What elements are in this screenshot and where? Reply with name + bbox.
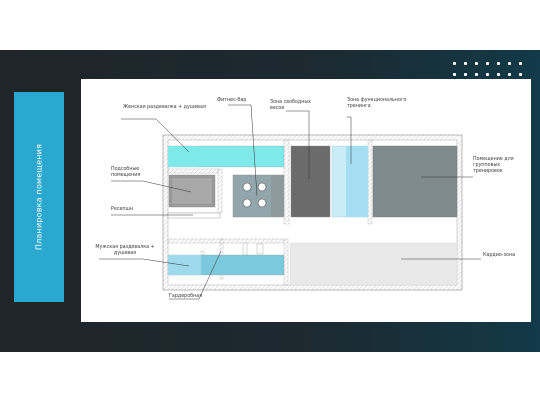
- room-men-shower: [168, 255, 201, 275]
- label-wardrobe: Гардеробная: [169, 294, 203, 299]
- room-fitness-bar-side: [271, 175, 284, 217]
- slide-top-margin: [0, 0, 540, 50]
- label-women-locker: Женская раздевалка + душевая: [123, 105, 206, 110]
- room-functional-accent: [346, 146, 368, 217]
- room-cardio: [289, 242, 458, 286]
- label-cardio: Кардио-зона: [483, 253, 516, 258]
- slide-bottom-margin: [0, 352, 540, 405]
- floor-plan-panel: Женская раздевалка + душевая Фитнес-бар …: [81, 79, 531, 322]
- label-men-locker: Мужская раздевалка + душевая: [95, 245, 155, 256]
- label-free-weights: Зона свободных весов: [270, 100, 311, 111]
- decorative-dots: [453, 62, 533, 78]
- room-free-weights: [290, 145, 331, 218]
- partition: [283, 238, 289, 286]
- room-group-training: [372, 145, 458, 218]
- partition: [242, 242, 248, 256]
- partition: [256, 243, 264, 255]
- label-utility: Подсобные помещения: [111, 167, 141, 178]
- side-title: Планировка помещения: [34, 143, 44, 251]
- room-utility-inner: [172, 178, 212, 204]
- partition: [167, 238, 284, 244]
- reception-counter: [167, 212, 221, 219]
- label-fitness-bar: Фитнес-бар: [217, 98, 247, 103]
- label-group-training: Помещение для групповых тренировок: [473, 157, 514, 174]
- label-functional: Зона функционального тренинга: [347, 98, 407, 109]
- partition: [217, 168, 223, 214]
- room-women-shower: [168, 146, 198, 167]
- partition: [367, 139, 373, 225]
- partition: [167, 168, 219, 174]
- floor-plan: [99, 104, 481, 300]
- label-reception: Ресепшн: [111, 207, 134, 212]
- partition: [283, 139, 290, 225]
